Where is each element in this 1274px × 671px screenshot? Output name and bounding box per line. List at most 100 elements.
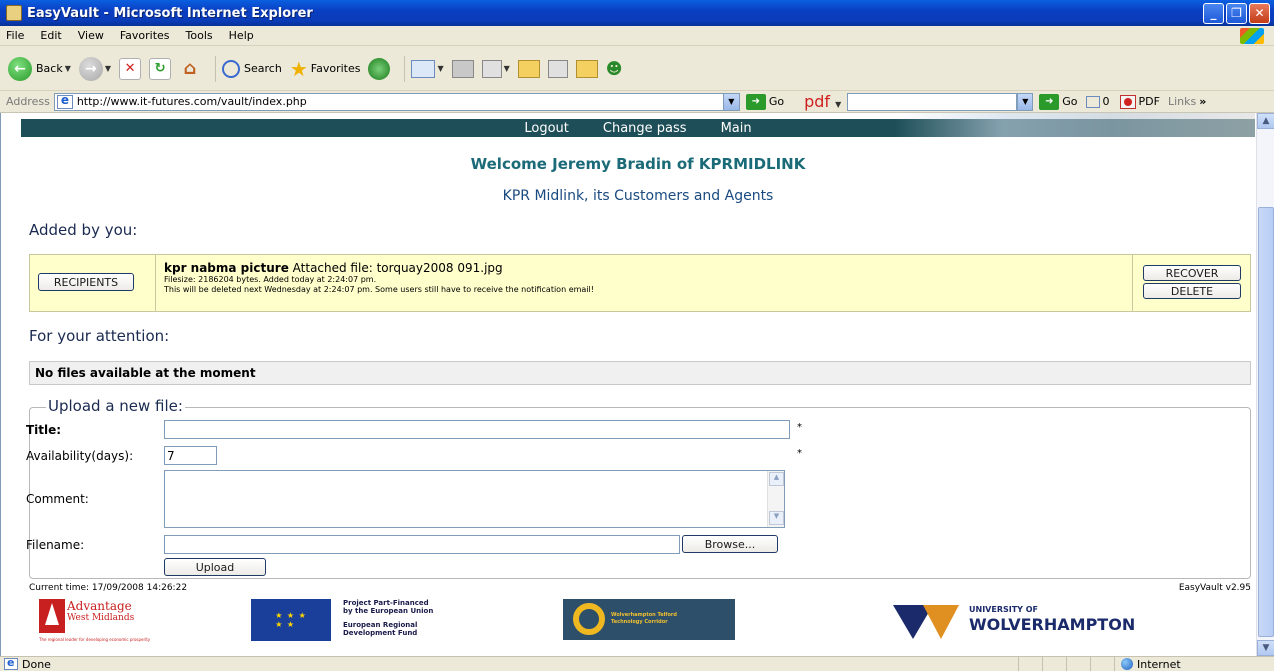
menu-tools[interactable]: Tools xyxy=(186,29,213,42)
media-button[interactable] xyxy=(368,57,391,80)
comment-label: Comment: xyxy=(26,492,89,506)
delete-button[interactable]: DELETE xyxy=(1143,283,1241,299)
scroll-up-arrow-icon[interactable]: ▲ xyxy=(1257,113,1274,129)
pdf-button[interactable]: PDF xyxy=(1119,94,1160,109)
recipients-cell: RECIPIENTS xyxy=(30,255,156,311)
links-button[interactable]: Links xyxy=(1168,95,1196,108)
edit-button[interactable]: ▼ xyxy=(481,59,510,78)
added-file-row: RECIPIENTS kpr nabma picture Attached fi… xyxy=(29,254,1251,312)
popup-count: 0 xyxy=(1102,95,1110,108)
go2-arrow-icon[interactable]: ➜ xyxy=(1039,93,1060,110)
comment-textarea[interactable]: ▲ ▼ xyxy=(164,470,785,528)
address-bar: Address http://www.it-futures.com/vault/… xyxy=(0,91,1274,113)
print-button[interactable] xyxy=(451,59,474,78)
refresh-button[interactable]: ↻ xyxy=(149,57,172,80)
page-scrollbar[interactable]: ▲ ▼ xyxy=(1256,113,1274,656)
uw-of: UNIVERSITY OF xyxy=(969,605,1039,614)
back-dropdown-icon[interactable]: ▼ xyxy=(65,64,71,73)
mail-button[interactable]: ▼ xyxy=(411,59,444,78)
uw-name: WOLVERHAMPTON xyxy=(969,615,1136,634)
media-icon xyxy=(368,57,391,80)
file-attachment: Attached file: torquay2008 091.jpg xyxy=(292,261,503,275)
welcome-heading: Welcome Jeremy Bradin of KPRMIDLINK xyxy=(470,155,806,173)
minimize-button[interactable]: _ xyxy=(1203,2,1224,24)
back-button[interactable]: ← Back ▼ xyxy=(8,56,71,81)
edit-dropdown-icon[interactable]: ▼ xyxy=(504,64,510,73)
security-zone: Internet xyxy=(1114,656,1274,671)
bookmark-button[interactable] xyxy=(575,59,598,78)
availability-input[interactable]: 7 xyxy=(164,446,217,465)
window-titlebar: EasyVault - Microsoft Internet Explorer … xyxy=(0,0,1274,26)
go2-button[interactable]: Go xyxy=(1062,95,1077,108)
close-button[interactable]: ✕ xyxy=(1249,2,1270,24)
folder-button[interactable] xyxy=(517,59,540,78)
favorites-star-icon: ★ xyxy=(289,56,308,81)
availability-required-mark: * xyxy=(797,448,802,459)
top-nav-bar: Logout Change pass Main xyxy=(21,113,1255,137)
window-title: EasyVault - Microsoft Internet Explorer xyxy=(27,5,313,21)
favorites-button[interactable]: ★ Favorites xyxy=(290,57,361,81)
upload-button[interactable]: Upload xyxy=(164,558,266,576)
university-wolverhampton-logo[interactable]: UNIVERSITY OF WOLVERHAMPTON xyxy=(883,599,1183,641)
comment-scrollbar[interactable]: ▲ ▼ xyxy=(767,471,784,527)
research-icon xyxy=(547,59,568,78)
messenger-button[interactable]: ☻ xyxy=(606,59,628,79)
mail-icon xyxy=(411,59,436,78)
go-arrow-icon[interactable]: ➜ xyxy=(745,93,766,110)
search-button[interactable]: Search xyxy=(222,59,282,78)
browse-button[interactable]: Browse... xyxy=(682,535,778,553)
maximize-button[interactable]: ❐ xyxy=(1226,2,1247,24)
aw-line1: Advantage xyxy=(67,599,132,613)
go-button[interactable]: Go xyxy=(769,95,784,108)
forward-arrow-icon: → xyxy=(78,56,103,81)
menu-view[interactable]: View xyxy=(78,29,104,42)
menu-edit[interactable]: Edit xyxy=(40,29,61,42)
recover-button[interactable]: RECOVER xyxy=(1143,265,1241,281)
menu-file[interactable]: File xyxy=(6,29,24,42)
popup-counter[interactable]: 0 xyxy=(1085,95,1110,108)
status-text: Done xyxy=(22,657,51,671)
wolverhampton-telford-logo[interactable]: Wolverhampton Telford Technology Corrido… xyxy=(563,599,735,640)
address-dropdown-icon[interactable]: ▼ xyxy=(722,93,739,110)
forward-button[interactable]: → ▼ xyxy=(78,56,111,81)
filename-input[interactable] xyxy=(164,535,680,554)
address-input[interactable]: http://www.it-futures.com/vault/index.ph… xyxy=(53,92,740,111)
aw-line2: West Midlands xyxy=(67,613,135,623)
messenger-icon: ☻ xyxy=(605,58,623,78)
zone-label: Internet xyxy=(1137,657,1181,671)
european-union-logo[interactable]: ★ ★ ★ ★ ★ Project Part-Financed by the Eu… xyxy=(251,599,441,641)
home-icon: ⌂ xyxy=(183,58,197,79)
pdf-button-label: PDF xyxy=(1138,95,1160,108)
chevron-right-icon[interactable]: » xyxy=(1199,95,1206,108)
ie-app-icon xyxy=(6,5,22,21)
search-label: Search xyxy=(244,62,282,75)
app-version: EasyVault v2.95 xyxy=(1178,583,1251,593)
menu-help[interactable]: Help xyxy=(229,29,254,42)
pdf-search-dropdown[interactable]: pdf ▼ xyxy=(804,92,841,111)
recipients-button[interactable]: RECIPIENTS xyxy=(38,273,134,291)
nav-main[interactable]: Main xyxy=(721,121,752,136)
research-button[interactable] xyxy=(547,59,568,78)
address-url[interactable]: http://www.it-futures.com/vault/index.ph… xyxy=(77,95,723,108)
pdf-search-input[interactable] xyxy=(847,92,1018,111)
nav-change-pass[interactable]: Change pass xyxy=(603,121,687,136)
upload-form: Upload a new file: Title: * Availability… xyxy=(26,397,1251,579)
menu-bar: File Edit View Favorites Tools Help xyxy=(0,26,1274,46)
pdf-search-dropdown-icon[interactable]: ▼ xyxy=(1017,92,1034,111)
eu-line1: Project Part-Financed by the European Un… xyxy=(343,599,434,615)
title-input[interactable] xyxy=(164,420,790,439)
scroll-down-arrow-icon[interactable]: ▼ xyxy=(1257,640,1274,656)
nav-logout[interactable]: Logout xyxy=(524,121,569,136)
mail-dropdown-icon[interactable]: ▼ xyxy=(437,64,443,73)
menu-favorites[interactable]: Favorites xyxy=(120,29,170,42)
scroll-thumb[interactable] xyxy=(1258,207,1274,637)
scroll-down-icon[interactable]: ▼ xyxy=(769,511,784,525)
advantage-west-midlands-logo[interactable]: Advantage West Midlands The regional lead… xyxy=(39,599,169,649)
refresh-icon: ↻ xyxy=(149,57,172,80)
file-deletion-info: This will be deleted next Wednesday at 2… xyxy=(164,285,594,294)
forward-dropdown-icon[interactable]: ▼ xyxy=(105,64,111,73)
scroll-up-icon[interactable]: ▲ xyxy=(769,472,784,486)
stop-button[interactable]: ✕ xyxy=(119,57,142,80)
file-title: kpr nabma picture xyxy=(164,261,289,275)
home-button[interactable]: ⌂ xyxy=(179,58,201,80)
